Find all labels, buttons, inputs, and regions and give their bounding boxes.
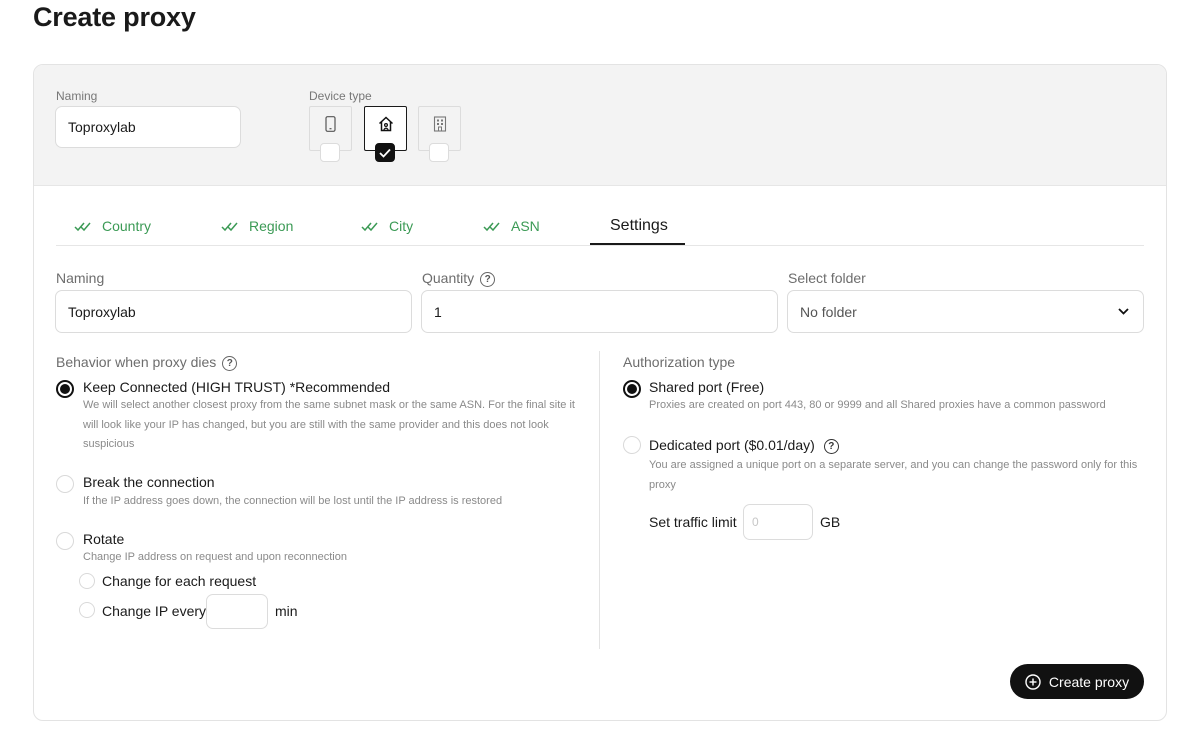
shared-port-title: Shared port (Free) [649, 379, 765, 395]
rotate-radio[interactable] [56, 532, 74, 550]
change-ip-every-label: Change IP every [102, 603, 207, 619]
folder-select-value: No folder [800, 303, 857, 320]
device-office-checkbox[interactable] [429, 143, 449, 162]
break-connection-desc: If the IP address goes down, the connect… [83, 495, 503, 507]
double-check-icon [483, 222, 500, 231]
create-proxy-card: Naming Toproxylab Device type Country Re… [33, 64, 1167, 721]
mobile-icon [325, 116, 336, 132]
change-ip-every-radio[interactable] [79, 602, 95, 618]
break-connection-title: Break the connection [83, 474, 215, 490]
naming-input[interactable]: Toproxylab [55, 290, 412, 333]
home-icon [378, 116, 393, 132]
top-naming-input[interactable]: Toproxylab [55, 106, 241, 148]
device-type-label: Device type [309, 89, 372, 103]
help-icon[interactable]: ? [823, 438, 839, 454]
quantity-input[interactable]: 1 [421, 290, 778, 333]
quantity-label: Quantity? [422, 270, 496, 287]
keep-connected-desc: We will select another closest proxy fro… [83, 399, 575, 450]
tab-asn[interactable]: ASN [483, 218, 540, 234]
device-home-checkbox[interactable] [375, 143, 395, 162]
shared-port-desc: Proxies are created on port 443, 80 or 9… [649, 399, 1106, 411]
tab-city[interactable]: City [361, 218, 413, 234]
office-building-icon [433, 116, 446, 132]
change-each-request-label: Change for each request [102, 573, 257, 589]
rotate-desc: Change IP address on request and upon re… [83, 551, 347, 563]
keep-connected-radio[interactable] [56, 380, 74, 398]
behavior-label: Behavior when proxy dies? [56, 354, 238, 371]
break-connection-radio[interactable] [56, 475, 74, 493]
dedicated-port-title: Dedicated port ($0.01/day)? [649, 437, 839, 454]
create-proxy-label: Create proxy [1048, 673, 1130, 690]
chevron-down-icon [1118, 308, 1129, 315]
check-icon [379, 148, 391, 158]
change-ip-every-unit: min [275, 603, 298, 619]
traffic-limit-label: Set traffic limit [649, 514, 737, 530]
page-title: Create proxy [33, 2, 196, 32]
change-ip-every-input[interactable] [206, 594, 268, 629]
double-check-icon [221, 222, 238, 231]
double-check-icon [361, 222, 378, 231]
tab-settings[interactable]: Settings [610, 217, 668, 235]
device-mobile-checkbox[interactable] [320, 143, 340, 162]
tabs-divider [56, 245, 1144, 246]
traffic-limit-input[interactable]: 0 [743, 504, 813, 540]
dedicated-port-radio[interactable] [623, 436, 641, 454]
double-check-icon [74, 222, 91, 231]
shared-port-radio[interactable] [623, 380, 641, 398]
tab-country[interactable]: Country [74, 218, 151, 234]
tab-region[interactable]: Region [221, 218, 293, 234]
tab-region-label: Region [249, 218, 294, 234]
dedicated-port-title-text: Dedicated port ($0.01/day) [649, 437, 815, 453]
help-icon[interactable]: ? [480, 271, 496, 287]
folder-select[interactable]: No folder [787, 290, 1144, 333]
dedicated-port-desc: You are assigned a unique port on a sepa… [649, 459, 1138, 491]
rotate-title: Rotate [83, 531, 125, 547]
behavior-label-text: Behavior when proxy dies [56, 354, 217, 370]
help-icon[interactable]: ? [222, 355, 238, 371]
keep-connected-title: Keep Connected (HIGH TRUST) *Recommended [83, 379, 391, 395]
traffic-limit-unit: GB [820, 514, 841, 530]
authorization-type-label: Authorization type [623, 354, 736, 370]
naming-label: Naming [56, 270, 105, 286]
top-naming-label: Naming [56, 89, 98, 103]
tab-country-label: Country [102, 218, 152, 234]
change-each-request-radio[interactable] [79, 573, 95, 589]
section-divider [599, 351, 600, 649]
active-tab-indicator [590, 243, 685, 245]
plus-circle-icon [1025, 673, 1041, 690]
select-folder-label: Select folder [788, 270, 866, 286]
create-proxy-button[interactable]: Create proxy [1010, 664, 1144, 699]
tab-settings-label: Settings [610, 217, 668, 234]
tab-city-label: City [389, 218, 414, 234]
quantity-label-text: Quantity [422, 270, 475, 286]
tab-asn-label: ASN [511, 218, 540, 234]
